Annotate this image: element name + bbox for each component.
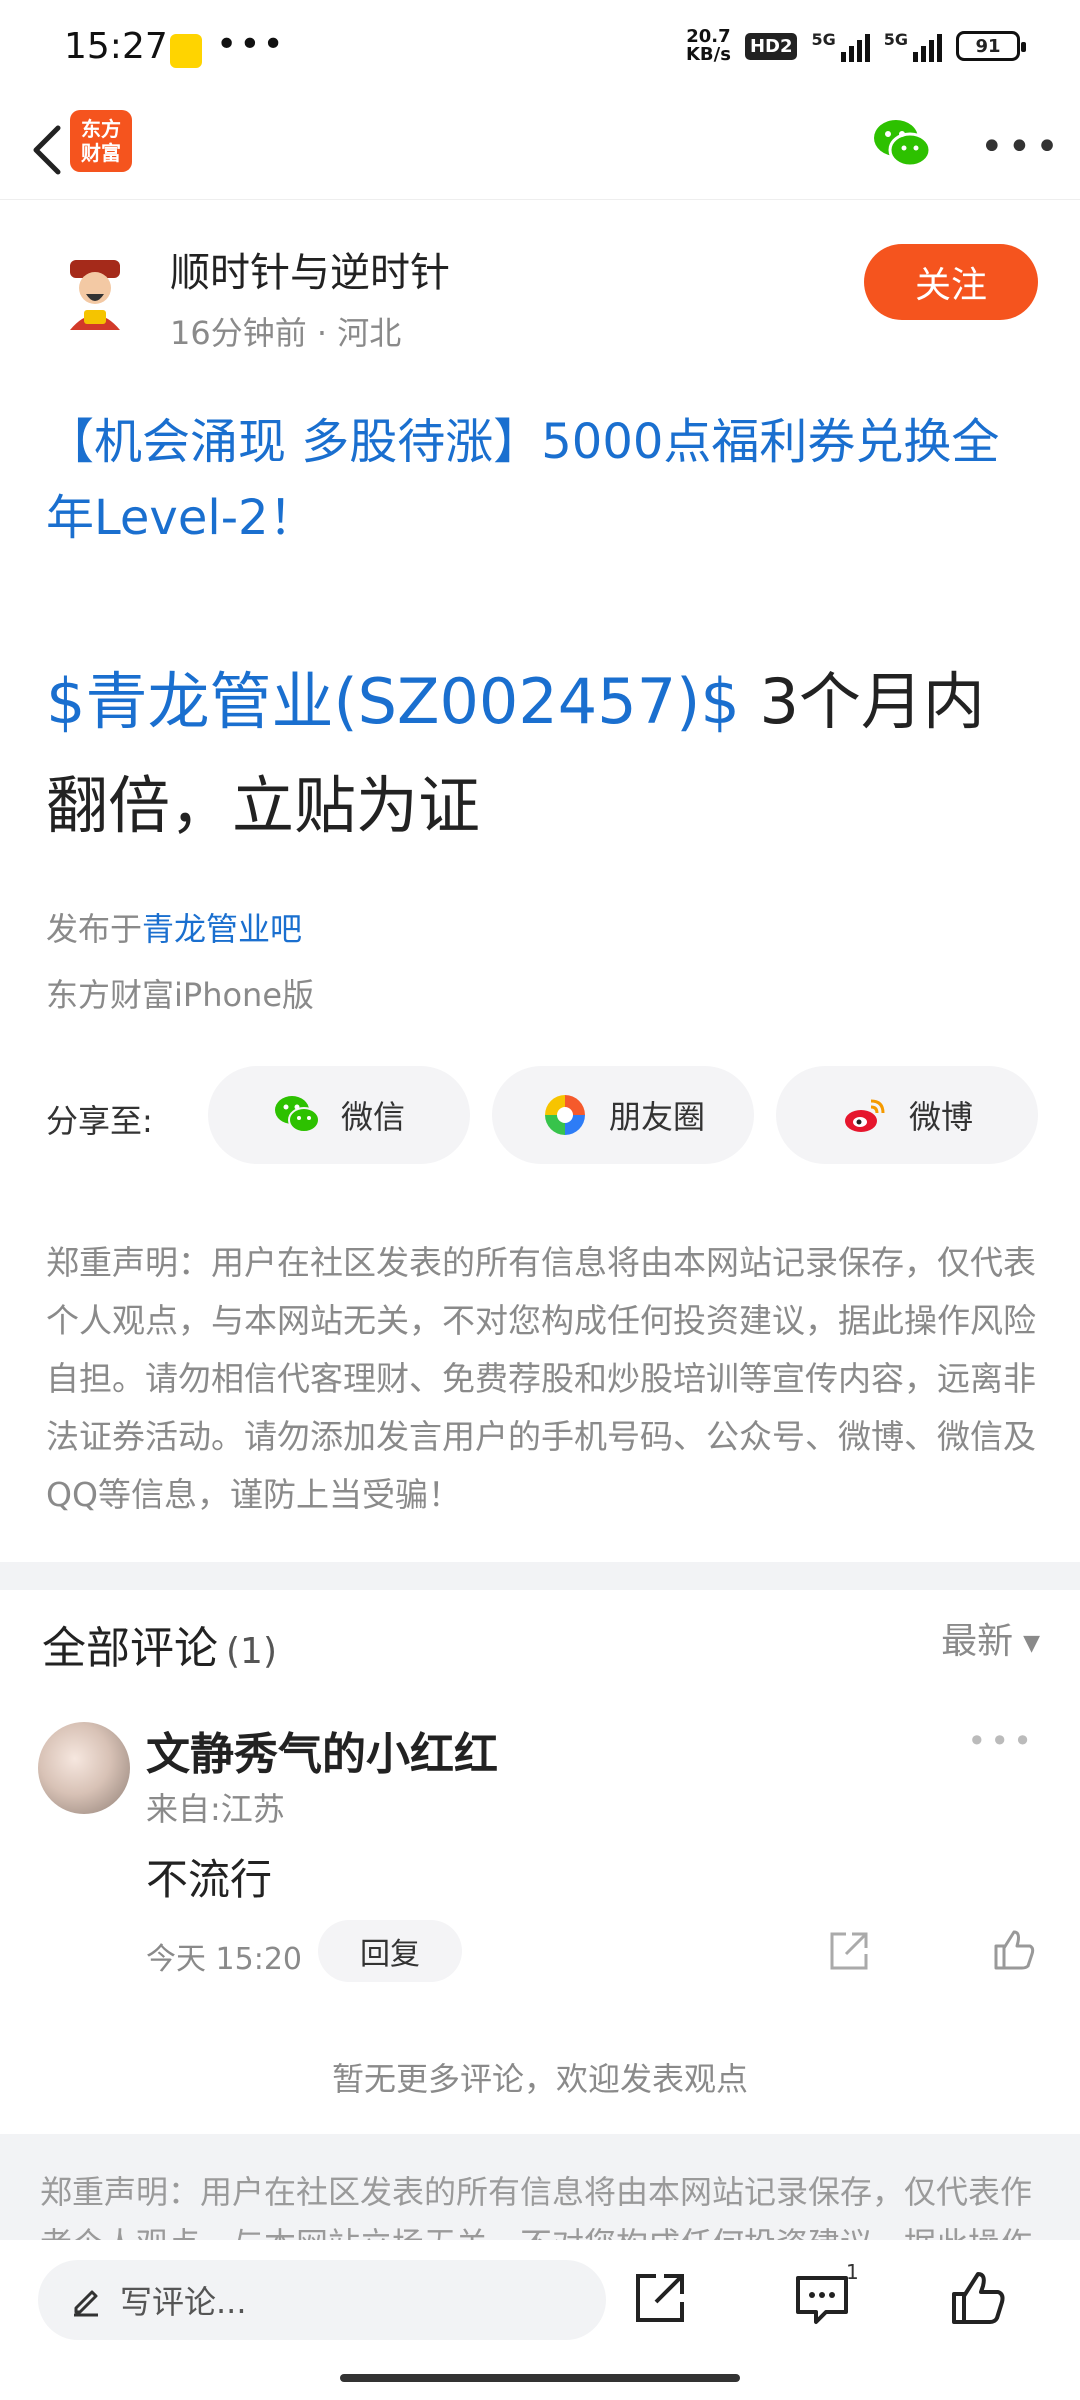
follow-button[interactable]: 关注 (864, 244, 1038, 320)
comments-button[interactable] (792, 2268, 852, 2328)
comment-time: 今天 15:20 (146, 1942, 302, 1977)
chevron-left-icon (33, 125, 61, 175)
footer-disclaimer: 郑重声明：用户在社区发表的所有信息将由本网站记录保存，仅代表作者个人观点，与本网… (0, 2134, 1080, 2244)
status-time: 15:27 (64, 26, 168, 67)
signal-icon-2: 5G (884, 30, 942, 62)
share-label: 分享至: (46, 1102, 153, 1140)
comment-text: 不流行 (146, 1855, 273, 1904)
author-meta: 16分钟前 · 河北 (170, 314, 402, 352)
share-moments-button[interactable]: 朋友圈 (492, 1066, 754, 1164)
thumbs-up-icon[interactable] (990, 1926, 1038, 1974)
more-options-button[interactable]: ••• (980, 124, 1063, 170)
weibo-icon (844, 1099, 885, 1132)
status-indicators: 20.7 KB/s HD2 5G 5G 91 (685, 26, 1026, 65)
app-logo: 东方 财富 (70, 110, 132, 172)
back-button[interactable] (18, 112, 78, 188)
author-name[interactable]: 顺时针与逆时针 (170, 240, 450, 298)
home-indicator (340, 2374, 740, 2382)
forum-link[interactable]: 青龙管业吧 (142, 910, 302, 948)
share-row: 分享至: 微信 朋友圈 微博 (46, 1066, 1038, 1166)
pencil-icon (74, 2290, 98, 2317)
hd-icon: HD2 (744, 32, 798, 60)
comments-header: 全部评论 (1) 最新 ▼ (0, 1592, 1080, 1692)
wechat-icon (274, 1096, 320, 1133)
reply-button[interactable]: 回复 (318, 1920, 462, 1982)
share-weibo-button[interactable]: 微博 (776, 1066, 1038, 1164)
comment-more-button[interactable]: ••• (967, 1722, 1036, 1760)
share-button[interactable] (630, 2268, 690, 2328)
comments-count: (1) (226, 1631, 277, 1672)
commenter-location: 来自:江苏 (146, 1790, 285, 1828)
moments-icon (544, 1095, 585, 1135)
comments-title: 全部评论 (1) (42, 1623, 277, 1674)
commenter-name[interactable]: 文静秀气的小红红 (146, 1718, 498, 1782)
share-icon[interactable] (826, 1928, 872, 1974)
promo-link[interactable]: 【机会涌现 多股待涨】5000点福利券兑换全年Level-2！ (46, 404, 1036, 556)
author-avatar[interactable] (50, 250, 140, 340)
wechat-share-icon[interactable] (870, 114, 934, 174)
caret-down-icon: ▼ (1023, 1630, 1040, 1656)
signal-icon: 5G (811, 30, 870, 62)
commenter-avatar[interactable] (38, 1722, 130, 1814)
comment-input[interactable]: 写评论... (38, 2260, 606, 2340)
sort-dropdown[interactable]: 最新 ▼ (941, 1612, 1040, 1664)
battery-icon: 91 (956, 31, 1026, 61)
stock-tag-link[interactable]: $青龙管业(SZ002457)$ (46, 665, 740, 738)
comment-item: 文静秀气的小红红 ••• 来自:江苏 不流行 今天 15:20 回复 (0, 1712, 1080, 2002)
like-button[interactable] (948, 2268, 1008, 2328)
status-bar: 15:27 ••• 20.7 KB/s HD2 5G 5G 91 (0, 0, 1080, 100)
comments-count-badge: 1 (846, 2260, 859, 2284)
post-client: 东方财富iPhone版 (46, 976, 315, 1014)
no-more-comments: 暂无更多评论，欢迎发表观点 (331, 2060, 748, 2098)
disclaimer-text: 郑重声明：用户在社区发表的所有信息将由本网站记录保存，仅代表个人观点，与本网站无… (46, 1243, 1036, 1514)
nav-bar: 东方 财富 ••• (0, 100, 1080, 200)
section-divider (0, 1562, 1080, 1590)
post-title: $青龙管业(SZ002457)$ 3个月内翻倍，立贴为证 (46, 650, 1046, 858)
posted-in: 发布于青龙管业吧 (46, 910, 303, 948)
share-wechat-button[interactable]: 微信 (208, 1066, 470, 1164)
notification-app-icon (170, 34, 202, 68)
author-header: 顺时针与逆时针 16分钟前 · 河北 关注 (0, 230, 1080, 360)
status-more-dots: ••• (216, 24, 286, 65)
network-speed: 20.7 KB/s (685, 26, 731, 65)
